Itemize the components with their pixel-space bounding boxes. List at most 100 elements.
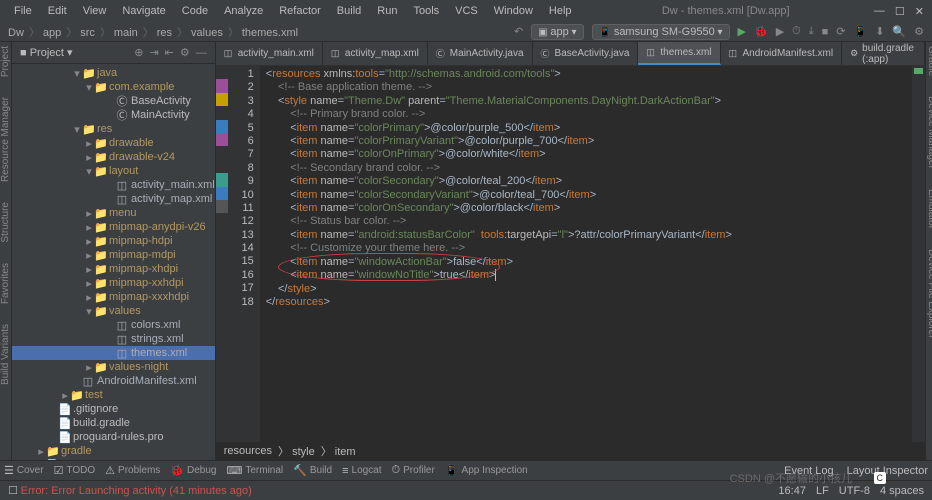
tool-tab-problems[interactable]: ⚠Problems [105, 464, 160, 477]
tool-tab[interactable]: Gradle [926, 46, 932, 76]
tree-node[interactable]: ▸📁mipmap-hdpi [12, 234, 215, 248]
tree-node[interactable]: ▾📁layout [12, 164, 215, 178]
editor-tab[interactable]: ⚙build.gradle (:app) [842, 42, 925, 65]
tree-node[interactable]: ▸📁drawable-v24 [12, 150, 215, 164]
tree-node[interactable]: ▸📁values-night [12, 360, 215, 374]
project-view-select[interactable]: ■ Project ▾ [20, 46, 73, 59]
tree-node[interactable]: ▸📁menu [12, 206, 215, 220]
tool-tab-build[interactable]: 🔨Build [293, 464, 332, 477]
profile-icon[interactable]: ⏱ [792, 25, 801, 38]
tree-node[interactable]: ▾📁res [12, 122, 215, 136]
tool-tab[interactable]: Build Variants [0, 324, 11, 385]
tool-tab-logcat[interactable]: ≡Logcat [342, 465, 381, 477]
debug-icon[interactable]: 🐞 [754, 25, 768, 38]
close-icon[interactable]: ✕ [915, 5, 924, 18]
select-opened-icon[interactable]: ⊕ [134, 46, 143, 59]
collapse-icon[interactable]: ⇤ [165, 46, 174, 59]
tree-node[interactable]: ◫strings.xml [12, 332, 215, 346]
menu-edit[interactable]: Edit [42, 3, 73, 19]
menu-help[interactable]: Help [543, 3, 578, 19]
tree-node[interactable]: ▾📁java [12, 66, 215, 80]
stop-icon[interactable]: ■ [822, 26, 829, 38]
tool-tab[interactable]: Project [0, 46, 11, 77]
tool-tab[interactable]: Structure [0, 202, 11, 243]
run-icon[interactable]: ▶ [738, 25, 746, 38]
expand-icon[interactable]: ⇥ [149, 46, 158, 59]
code-editor[interactable]: 123456789101112131415161718 <resources x… [216, 66, 925, 442]
device-select[interactable]: 📱 samsung SM-G9550 ▾ [592, 24, 730, 40]
tool-tab-todo[interactable]: ☑TODO [54, 464, 96, 477]
sdk-icon[interactable]: ⬇ [875, 25, 884, 38]
tree-node[interactable]: ◫AndroidManifest.xml [12, 374, 215, 388]
menu-tools[interactable]: Tools [407, 3, 445, 19]
menu-window[interactable]: Window [488, 3, 539, 19]
menu-code[interactable]: Code [176, 3, 214, 19]
tree-node[interactable]: 📄build.gradle [12, 416, 215, 430]
coverage-icon[interactable]: ▶ [776, 25, 784, 38]
source-code[interactable]: <resources xmlns:tools="http://schemas.a… [260, 66, 911, 442]
tree-node[interactable]: ◫themes.xml [12, 346, 215, 360]
tree-node[interactable]: ◫activity_map.xml [12, 192, 215, 206]
settings-icon[interactable]: ⚙ [914, 25, 924, 38]
avd-icon[interactable]: 📱 [854, 25, 868, 38]
tree-node[interactable]: ▸📁drawable [12, 136, 215, 150]
tool-tab[interactable]: Device Manager [926, 96, 932, 169]
attach-icon[interactable]: ⤓ [809, 25, 814, 38]
menu-file[interactable]: File [8, 3, 38, 19]
search-icon[interactable]: 🔍 [892, 25, 906, 38]
editor-tab[interactable]: ⒸBaseActivity.java [533, 42, 639, 65]
crumb[interactable]: Dw [8, 27, 24, 39]
tree-node[interactable]: ◫colors.xml [12, 318, 215, 332]
code-breadcrumbs[interactable]: resources〉 style〉 item [216, 442, 925, 460]
menu-run[interactable]: Run [371, 3, 403, 19]
editor-tab[interactable]: ⒸMainActivity.java [428, 42, 533, 65]
tree-node[interactable]: ▸📁gradle [12, 444, 215, 458]
breadcrumbs[interactable]: Dw〉app〉src〉main〉res〉values〉themes.xml [8, 24, 300, 40]
menu-vcs[interactable]: VCS [449, 3, 484, 19]
tree-node[interactable]: ▸📁test [12, 388, 215, 402]
tool-tab[interactable]: Favorites [0, 263, 11, 304]
tree-node[interactable]: 📄.gitignore [12, 402, 215, 416]
tree-node[interactable]: ▸📁mipmap-anydpi-v26 [12, 220, 215, 234]
tree-node[interactable]: ◫activity_main.xml [12, 178, 215, 192]
tree-node[interactable]: ⒸMainActivity [12, 108, 215, 122]
status-icon[interactable]: ☐ [8, 484, 18, 497]
tree-node[interactable]: ▸📁mipmap-xxhdpi [12, 276, 215, 290]
editor-tab[interactable]: ◫themes.xml [638, 42, 720, 65]
crumb[interactable]: values [191, 27, 223, 39]
tool-tab[interactable]: Device File Explorer [926, 249, 932, 338]
hide-icon[interactable]: — [196, 47, 207, 59]
tool-tab-profiler[interactable]: ⏱Profiler [392, 464, 435, 477]
gear-icon[interactable]: ⚙ [180, 46, 190, 59]
tree-node[interactable]: ▸📁mipmap-xxxhdpi [12, 290, 215, 304]
editor-tab[interactable]: ◫activity_main.xml [216, 42, 323, 65]
menu-view[interactable]: View [77, 3, 113, 19]
menu-analyze[interactable]: Analyze [218, 3, 269, 19]
crumb[interactable]: app [43, 27, 61, 39]
back-icon[interactable]: ↶ [514, 25, 523, 38]
crumb[interactable]: src [80, 27, 95, 39]
maximize-icon[interactable]: ☐ [895, 5, 905, 18]
tool-tab-cover[interactable]: ☰Cover [4, 464, 44, 477]
tree-node[interactable]: ▸📁mipmap-xhdpi [12, 262, 215, 276]
tool-tab-debug[interactable]: 🐞Debug [170, 464, 216, 477]
tree-node[interactable]: ▾📁values [12, 304, 215, 318]
tool-tab[interactable]: Emulator [926, 189, 932, 229]
menu-refactor[interactable]: Refactor [273, 3, 327, 19]
editor-tab[interactable]: ◫activity_map.xml [323, 42, 428, 65]
menu-navigate[interactable]: Navigate [116, 3, 171, 19]
project-tree[interactable]: ▾📁java▾📁com.exampleⒸBaseActivityⒸMainAct… [12, 64, 215, 460]
menu-build[interactable]: Build [331, 3, 367, 19]
tool-tab[interactable]: Resource Manager [0, 97, 11, 182]
crumb[interactable]: res [157, 27, 172, 39]
tree-node[interactable]: ▸📁mipmap-mdpi [12, 248, 215, 262]
editor-tab[interactable]: ◫AndroidManifest.xml [721, 42, 843, 65]
tree-node[interactable]: 📄.gitignore [12, 458, 215, 460]
tree-node[interactable]: ⒸBaseActivity [12, 94, 215, 108]
tree-node[interactable]: 📄proguard-rules.pro [12, 430, 215, 444]
tool-tab-app inspection[interactable]: 📱App Inspection [445, 464, 528, 477]
minimize-icon[interactable]: — [874, 5, 885, 18]
crumb[interactable]: themes.xml [242, 27, 298, 39]
tree-node[interactable]: ▾📁com.example [12, 80, 215, 94]
crumb[interactable]: main [114, 27, 138, 39]
